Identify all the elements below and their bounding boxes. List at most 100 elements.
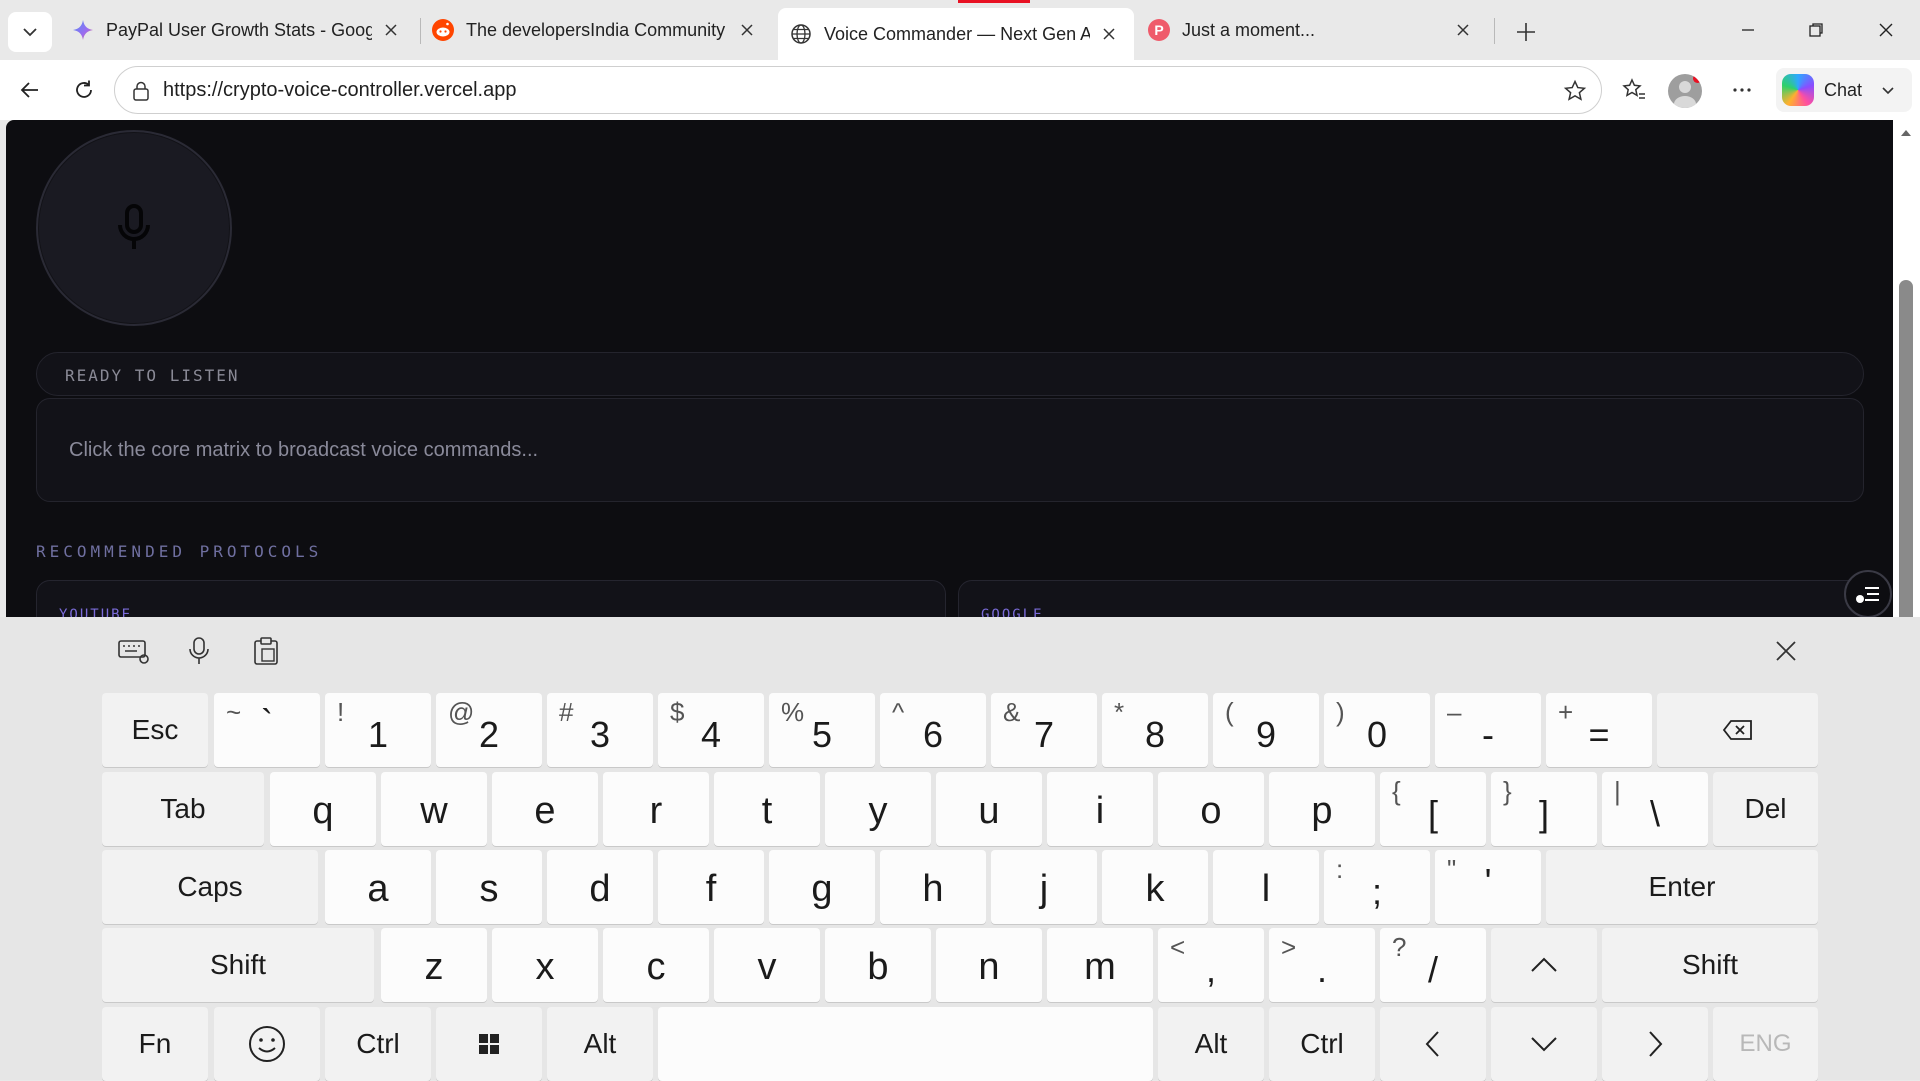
key-2[interactable]: @2 [436, 693, 542, 767]
keyboard-settings-button[interactable] [114, 631, 154, 671]
voice-core-button[interactable] [36, 130, 232, 326]
key-u[interactable]: u [936, 772, 1042, 846]
key-slash[interactable]: ? / [1380, 928, 1486, 1002]
key-equals[interactable]: + = [1546, 693, 1652, 767]
key-w[interactable]: w [381, 772, 487, 846]
key-quote[interactable]: " ' [1435, 850, 1541, 924]
clipboard-button[interactable] [246, 631, 286, 671]
key-h[interactable]: h [880, 850, 986, 924]
protocol-card-google[interactable]: GOOGLE [958, 580, 1864, 617]
key-comma[interactable]: <, [1158, 928, 1264, 1002]
key-space[interactable] [658, 1007, 1153, 1081]
key-arrow-right[interactable] [1602, 1007, 1708, 1081]
key-5[interactable]: % 5 [769, 693, 875, 767]
floating-menu-button[interactable] [1844, 570, 1892, 617]
key-alt-right[interactable]: Alt [1158, 1007, 1264, 1081]
key-o[interactable]: o [1158, 772, 1264, 846]
tab-actions-menu-button[interactable] [8, 12, 52, 52]
key-d[interactable]: d [547, 850, 653, 924]
key-alt-left[interactable]: Alt [547, 1007, 653, 1081]
key-fn[interactable]: Fn [102, 1007, 208, 1081]
favorites-button[interactable] [1614, 70, 1654, 110]
key-b[interactable]: b [825, 928, 931, 1002]
key-0[interactable]: ) 0 [1324, 693, 1430, 767]
back-button[interactable] [10, 70, 50, 110]
key-4[interactable]: $4 [658, 693, 764, 767]
key-caps[interactable]: Caps [102, 850, 318, 924]
key-arrow-down[interactable] [1491, 1007, 1597, 1081]
key-arrow-left[interactable] [1380, 1007, 1486, 1081]
key-ctrl-left[interactable]: Ctrl [325, 1007, 431, 1081]
key-l[interactable]: l [1213, 850, 1319, 924]
voice-typing-button[interactable] [179, 631, 219, 671]
key-y[interactable]: y [825, 772, 931, 846]
key-n[interactable]: n [936, 928, 1042, 1002]
close-tab-icon[interactable] [1096, 21, 1122, 47]
key-minus[interactable]: – - [1435, 693, 1541, 767]
settings-more-button[interactable] [1722, 70, 1762, 110]
address-bar[interactable]: https://crypto-voice-controller.vercel.a… [114, 66, 1602, 114]
key-m[interactable]: m [1047, 928, 1153, 1002]
close-keyboard-button[interactable] [1766, 631, 1806, 671]
key-i[interactable]: i [1047, 772, 1153, 846]
key-backspace[interactable] [1657, 693, 1818, 767]
scroll-up-arrow-icon[interactable] [1898, 126, 1914, 140]
key-close-bracket[interactable]: }] [1491, 772, 1597, 846]
favorite-star-icon[interactable] [1559, 75, 1591, 107]
refresh-button[interactable] [64, 70, 104, 110]
key-esc[interactable]: Esc [102, 693, 208, 767]
key-p[interactable]: p [1269, 772, 1375, 846]
key-open-bracket[interactable]: {[ [1380, 772, 1486, 846]
key-g[interactable]: g [769, 850, 875, 924]
key-ctrl-right[interactable]: Ctrl [1269, 1007, 1375, 1081]
close-window-button[interactable] [1862, 10, 1910, 50]
key-r[interactable]: r [603, 772, 709, 846]
tab-just-a-moment[interactable]: P Just a moment... [1136, 8, 1488, 52]
tab-voice-commander[interactable]: Voice Commander — Next Gen AI [778, 8, 1134, 60]
key-del[interactable]: Del [1713, 772, 1818, 846]
key-k[interactable]: k [1102, 850, 1208, 924]
key-f[interactable]: f [658, 850, 764, 924]
lock-icon[interactable] [129, 79, 153, 103]
key-e[interactable]: e [492, 772, 598, 846]
key-backtick[interactable]: ~ ` [214, 693, 320, 767]
key-v[interactable]: v [714, 928, 820, 1002]
key-q[interactable]: q [270, 772, 376, 846]
close-tab-icon[interactable] [1450, 17, 1476, 43]
restore-button[interactable] [1792, 10, 1840, 50]
key-tab[interactable]: Tab [102, 772, 264, 846]
key-windows[interactable] [436, 1007, 542, 1081]
key-language[interactable]: ENG [1713, 1007, 1818, 1081]
key-t[interactable]: t [714, 772, 820, 846]
new-tab-button[interactable] [1508, 14, 1544, 50]
key-backslash[interactable]: | \ [1602, 772, 1708, 846]
copilot-chat-button[interactable]: Chat [1776, 68, 1912, 112]
close-tab-icon[interactable] [734, 17, 760, 43]
key-j[interactable]: j [991, 850, 1097, 924]
key-semicolon[interactable]: :; [1324, 850, 1430, 924]
key-9[interactable]: (9 [1213, 693, 1319, 767]
key-3[interactable]: #3 [547, 693, 653, 767]
key-z[interactable]: z [381, 928, 487, 1002]
key-c[interactable]: c [603, 928, 709, 1002]
key-x[interactable]: x [492, 928, 598, 1002]
key-shift-left[interactable]: Shift [102, 928, 374, 1002]
key-arrow-up[interactable] [1491, 928, 1597, 1002]
tab-developersindia[interactable]: The developersIndia Community [420, 8, 772, 52]
key-enter[interactable]: Enter [1546, 850, 1818, 924]
key-6[interactable]: ^ 6 [880, 693, 986, 767]
key-a[interactable]: a [325, 850, 431, 924]
key-s[interactable]: s [436, 850, 542, 924]
key-1[interactable]: ! 1 [325, 693, 431, 767]
key-emoji[interactable] [214, 1007, 320, 1081]
protocol-card-youtube[interactable]: YOUTUBE [36, 580, 946, 617]
scrollbar-thumb[interactable] [1899, 280, 1913, 617]
close-tab-icon[interactable] [378, 17, 404, 43]
key-period[interactable]: >. [1269, 928, 1375, 1002]
key-8[interactable]: * 8 [1102, 693, 1208, 767]
profile-avatar[interactable] [1668, 74, 1702, 108]
key-shift-right[interactable]: Shift [1602, 928, 1818, 1002]
url-text[interactable]: https://crypto-voice-controller.vercel.a… [163, 79, 517, 102]
key-7[interactable]: & 7 [991, 693, 1097, 767]
minimize-button[interactable] [1724, 10, 1772, 50]
